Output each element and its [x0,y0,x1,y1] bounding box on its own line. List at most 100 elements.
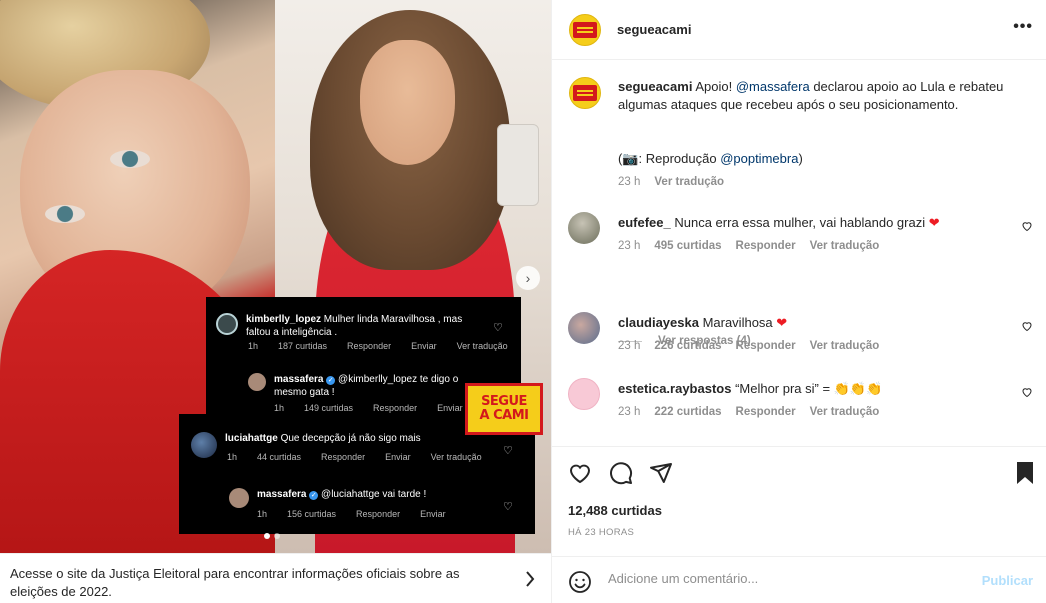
smiley-icon[interactable] [568,570,592,597]
segueacami-logo-badge: SEGUE A CAMI [465,383,543,435]
comment-meta: 1h 156 curtidas Responder Enviar [257,509,446,519]
comment-body: “Melhor pra si” = [731,381,834,396]
avatar[interactable] [569,77,601,109]
avatar [248,373,266,391]
translate-link[interactable]: Ver tradução [810,406,880,418]
comment-username[interactable]: eufefee_ [618,215,671,230]
comment-text: massafera ✓ @kimberlly_lopez te digo o m… [274,373,474,399]
comment-meta: 23 h 495 curtidas Responder Ver tradução [618,240,879,252]
send-link: Enviar [437,403,463,413]
more-icon[interactable]: ••• [1013,18,1033,36]
translate-link: Ver tradução [456,341,508,351]
heart-icon[interactable] [1021,320,1033,335]
eye-shape [110,150,150,168]
comment-time: 23 h [618,340,641,352]
logo-mark [573,22,597,38]
caption-time: 23 h [618,176,641,188]
comment-username: massafera [274,374,324,385]
reply-button[interactable]: Responder [736,340,796,352]
likes-count[interactable]: 12,488 curtidas [568,503,662,518]
translate-link[interactable]: Ver tradução [654,176,724,188]
logo-mark [573,85,597,101]
comment-text: kimberlly_lopez Mulher linda Maravilhosa… [246,313,486,339]
comment-input[interactable] [608,571,968,586]
comment-likes: 44 curtidas [257,452,302,462]
comment-meta: 1h 149 curtidas Responder Enviar [274,403,463,413]
comment-username: kimberlly_lopez [246,314,322,325]
avatar[interactable] [569,14,601,46]
comments-list: segueacami Apoio! @massafera declarou ap… [552,61,1046,446]
comment-icon[interactable] [609,461,633,488]
reply-button[interactable]: Responder [736,406,796,418]
heart-icon[interactable] [1021,386,1033,401]
comment-username: luciahattge [225,433,278,444]
reply-link: Responder [321,452,366,462]
comment-item: estetica.raybastos “Melhor pra si” = 👏👏👏… [568,378,1033,438]
comment-text: eufefee_ Nunca erra essa mulher, vai hab… [618,214,1013,232]
election-notice-text: Acesse o site da Justiça Eleitoral para … [10,566,460,599]
reply-button[interactable]: Responder [736,240,796,252]
mention-link[interactable]: @poptimebra [720,151,798,166]
verified-icon: ✓ [326,376,336,385]
chevron-right-icon [525,571,535,592]
comment-username: massafera [257,489,307,500]
chevron-right-icon[interactable]: › [516,266,540,290]
comment-likes[interactable]: 222 curtidas [654,406,721,418]
comment-likes[interactable]: 226 curtidas [654,340,721,352]
caption-username[interactable]: segueacami [618,79,692,94]
heart-icon[interactable] [568,461,592,488]
mention-link[interactable]: @massafera [736,79,810,94]
send-link: Enviar [411,341,437,351]
comment-text: massafera ✓ @luciahattge vai tarde ! [257,488,497,502]
avatar [191,432,217,458]
credit-text: (📷: Reprodução [618,151,721,166]
avatar [229,488,249,508]
caption-credit: (📷: Reprodução @poptimebra) [618,150,1013,168]
heart-icon: ♡ [503,445,513,457]
caption-text: segueacami Apoio! @massafera declarou ap… [618,78,1013,114]
caption-meta: 23 h Ver tradução [618,176,724,188]
comment-time: 1h [274,403,285,413]
send-icon[interactable] [649,461,673,488]
carousel-dots [264,533,280,539]
publish-button[interactable]: Publicar [982,573,1033,588]
comment-time: 1h [227,452,238,462]
heart-icon[interactable] [1021,220,1033,235]
header-username[interactable]: segueacami [617,22,691,37]
comment-likes: 149 curtidas [304,403,354,413]
avatar [216,313,238,335]
eye-shape [45,205,85,223]
comment-time: 1h [248,341,259,351]
election-notice[interactable]: Acesse o site da Justiça Eleitoral para … [0,553,551,603]
caption: segueacami Apoio! @massafera declarou ap… [568,75,1033,195]
caption-body: Apoio! [692,79,736,94]
comment-item: claudiayeska Maravilhosa ❤ 23 h 226 curt… [568,312,1033,372]
post-media[interactable]: kimberlly_lopez Mulher linda Maravilhosa… [0,0,551,553]
comment-text: luciahattge Que decepção já não sigo mai… [225,432,495,445]
bookmark-icon[interactable] [1015,461,1035,488]
reply-link: Responder [347,341,392,351]
comment-username[interactable]: claudiayeska [618,315,699,330]
avatar[interactable] [568,378,600,410]
avatar[interactable] [568,212,600,244]
translate-link[interactable]: Ver tradução [810,340,880,352]
comment-time: 1h [257,509,268,519]
badge-line-2: A CAMI [479,408,529,423]
post-timestamp[interactable]: HÁ 23 HORAS [568,527,634,538]
comment-username[interactable]: estetica.raybastos [618,381,731,396]
verified-icon: ✓ [309,491,319,500]
comment-time: 23 h [618,240,641,252]
avatar[interactable] [568,312,600,344]
comment-body: Que decepção já não sigo mais [277,433,421,444]
send-link: Enviar [385,452,411,462]
comment-meta: 23 h 226 curtidas Responder Ver tradução [618,340,879,352]
comment-text: claudiayeska Maravilhosa ❤ [618,314,1013,332]
badge-line-1: SEGUE [481,394,527,409]
translate-link[interactable]: Ver tradução [810,240,880,252]
comment-meta: 23 h 222 curtidas Responder Ver tradução [618,406,879,418]
credit-text: ) [798,151,803,166]
comment-meta: 1h 187 curtidas Responder Enviar Ver tra… [248,341,508,351]
post-header: segueacami ••• [552,0,1046,60]
comment-meta: 1h 44 curtidas Responder Enviar Ver trad… [227,452,482,462]
comment-likes[interactable]: 495 curtidas [654,240,721,252]
